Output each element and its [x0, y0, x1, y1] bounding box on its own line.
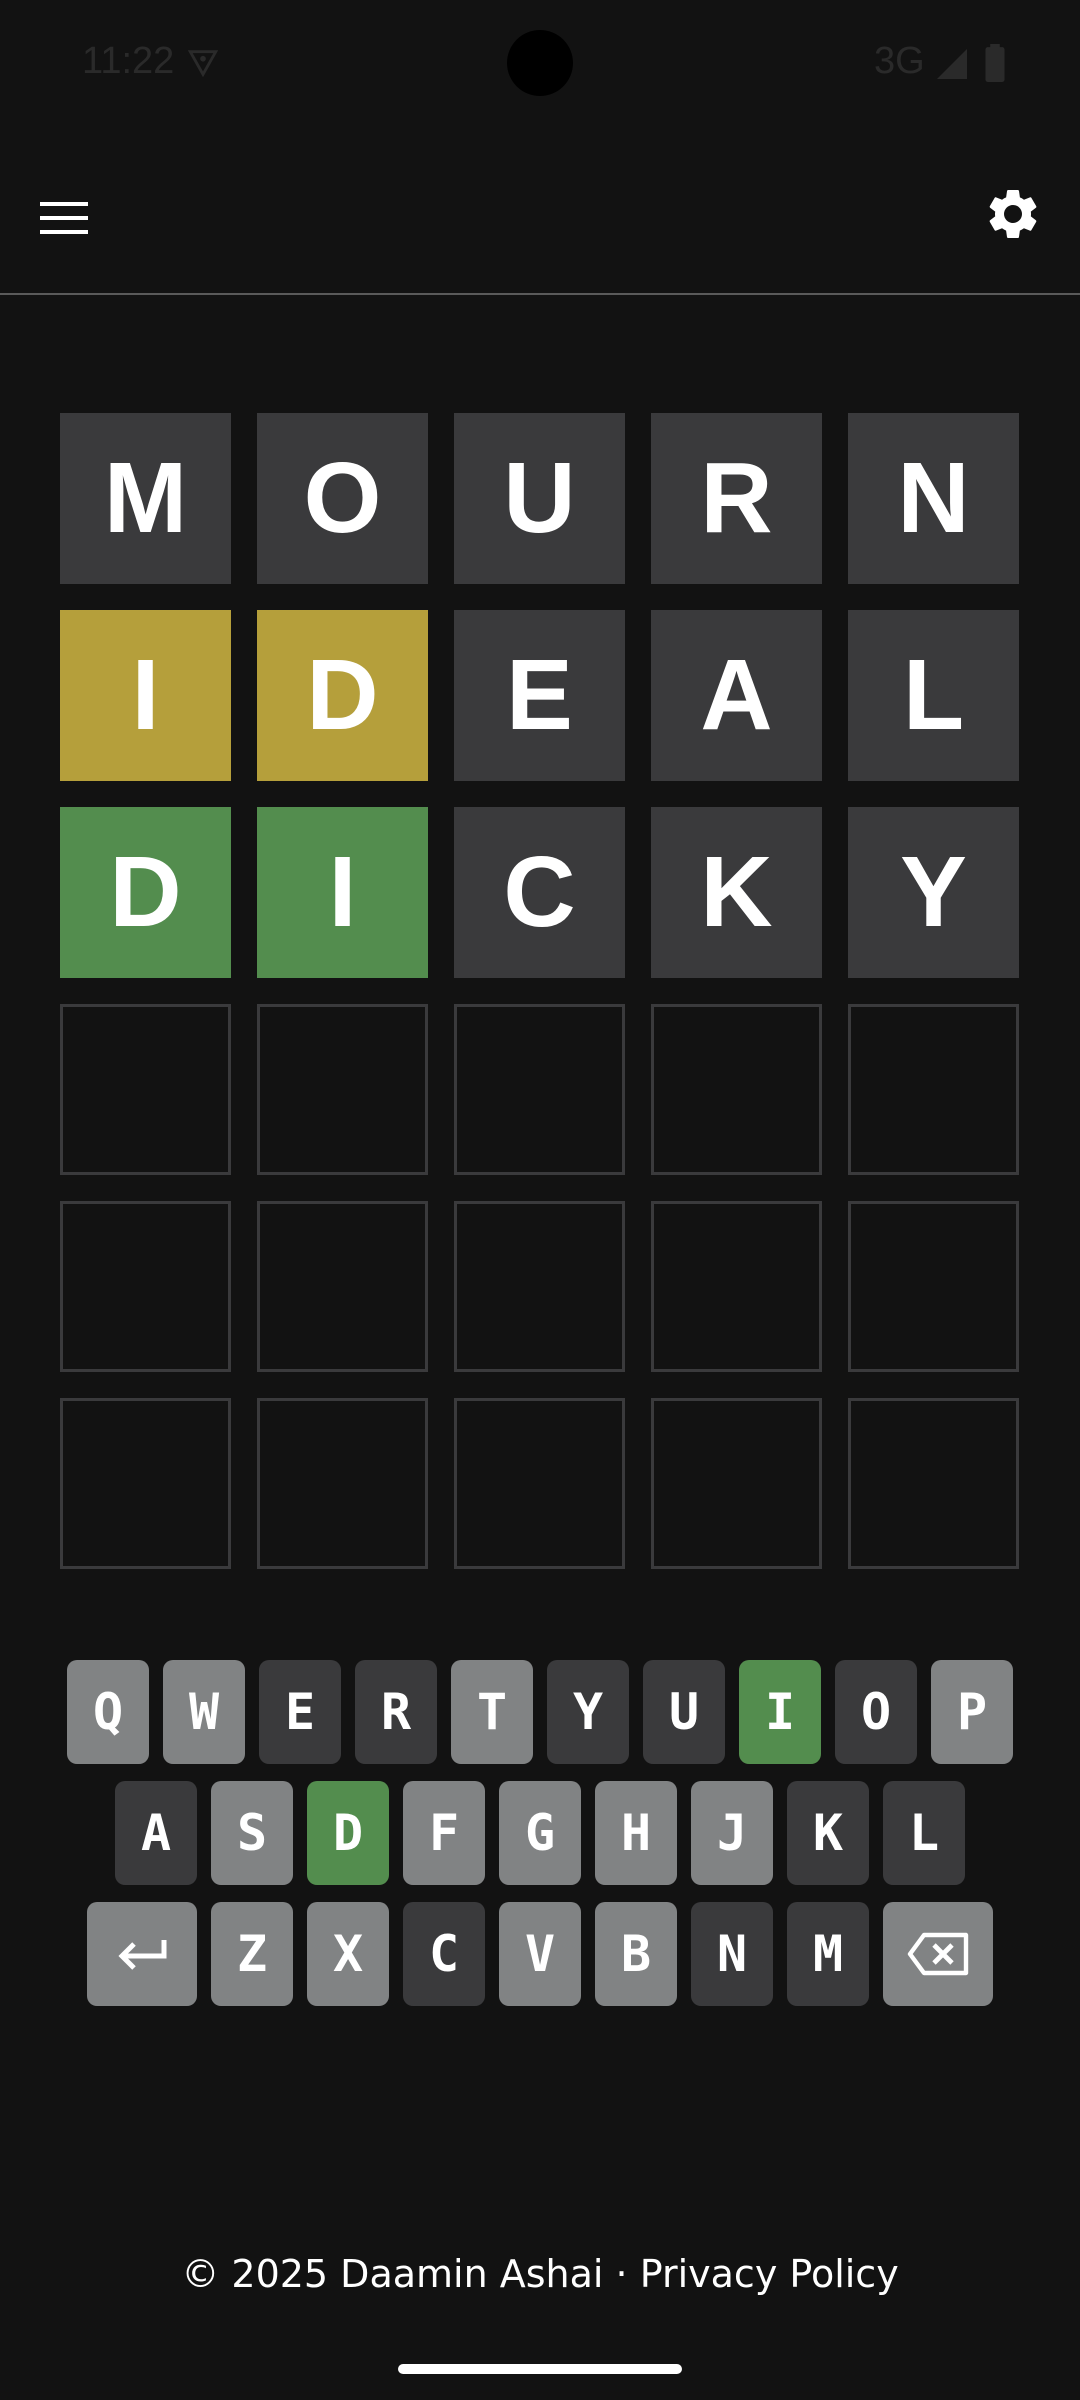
board-tile: N	[848, 413, 1019, 584]
board-tile	[848, 1398, 1019, 1569]
backspace-icon	[907, 1932, 969, 1976]
backspace-key[interactable]	[883, 1902, 993, 2006]
key-a[interactable]: A	[115, 1781, 197, 1885]
board-tile	[257, 1004, 428, 1175]
hamburger-menu-icon	[40, 202, 88, 234]
battery-icon	[985, 44, 1005, 82]
key-f[interactable]: F	[403, 1781, 485, 1885]
key-v[interactable]: V	[499, 1902, 581, 2006]
board-tile: L	[848, 610, 1019, 781]
key-q[interactable]: Q	[67, 1660, 149, 1764]
gear-icon	[989, 190, 1037, 238]
key-o[interactable]: O	[835, 1660, 917, 1764]
camera-cutout	[507, 30, 573, 96]
key-r[interactable]: R	[355, 1660, 437, 1764]
board-tile: E	[454, 610, 625, 781]
board-tile: Y	[848, 807, 1019, 978]
key-s[interactable]: S	[211, 1781, 293, 1885]
key-j[interactable]: J	[691, 1781, 773, 1885]
app-header	[0, 150, 1080, 295]
key-b[interactable]: B	[595, 1902, 677, 2006]
key-n[interactable]: N	[691, 1902, 773, 2006]
status-time: 11:22	[82, 40, 175, 82]
board-tile	[60, 1398, 231, 1569]
board-tile: I	[257, 807, 428, 978]
board-tile	[848, 1201, 1019, 1372]
key-h[interactable]: H	[595, 1781, 677, 1885]
privacy-policy-link[interactable]: Privacy Policy	[640, 2252, 899, 2296]
board-tile	[651, 1004, 822, 1175]
on-screen-keyboard: QWERTYUIOP ASDFGHJKL ZXCVBNM	[0, 1660, 1080, 2023]
network-type: 3G	[874, 40, 925, 82]
board-tile	[60, 1004, 231, 1175]
board-tile: C	[454, 807, 625, 978]
menu-button[interactable]	[38, 192, 92, 246]
board-tile: U	[454, 413, 625, 584]
board-tile: D	[60, 807, 231, 978]
enter-key[interactable]	[87, 1902, 197, 2006]
board-tile	[257, 1398, 428, 1569]
board-tile	[60, 1201, 231, 1372]
key-t[interactable]: T	[451, 1660, 533, 1764]
signal-icon	[937, 49, 967, 79]
key-z[interactable]: Z	[211, 1902, 293, 2006]
board-tile: M	[60, 413, 231, 584]
footer-separator: ·	[603, 2252, 640, 2296]
key-w[interactable]: W	[163, 1660, 245, 1764]
board-tile: I	[60, 610, 231, 781]
key-x[interactable]: X	[307, 1902, 389, 2006]
status-bar: 11:22 3G	[0, 0, 1080, 130]
keyboard-row: ASDFGHJKL	[0, 1781, 1080, 1885]
key-y[interactable]: Y	[547, 1660, 629, 1764]
key-d[interactable]: D	[307, 1781, 389, 1885]
key-m[interactable]: M	[787, 1902, 869, 2006]
key-p[interactable]: P	[931, 1660, 1013, 1764]
copyright-text: © 2025 Daamin Ashai	[181, 2252, 604, 2296]
enter-arrow-icon	[118, 1940, 167, 1970]
key-u[interactable]: U	[643, 1660, 725, 1764]
key-c[interactable]: C	[403, 1902, 485, 2006]
board-tile	[257, 1201, 428, 1372]
board-tile: K	[651, 807, 822, 978]
board-tile: A	[651, 610, 822, 781]
key-e[interactable]: E	[259, 1660, 341, 1764]
key-k[interactable]: K	[787, 1781, 869, 1885]
key-g[interactable]: G	[499, 1781, 581, 1885]
board-tile: R	[651, 413, 822, 584]
vpn-key-icon	[187, 50, 219, 78]
keyboard-row: ZXCVBNM	[0, 1902, 1080, 2006]
keyboard-row: QWERTYUIOP	[0, 1660, 1080, 1764]
key-i[interactable]: I	[739, 1660, 821, 1764]
board-tile	[454, 1004, 625, 1175]
board-tile	[651, 1201, 822, 1372]
board-tile	[848, 1004, 1019, 1175]
board-tile: D	[257, 610, 428, 781]
home-indicator[interactable]	[398, 2364, 682, 2374]
board-tile: O	[257, 413, 428, 584]
game-board: MOURNIDEALDICKY	[60, 413, 1020, 1569]
settings-button[interactable]	[983, 184, 1043, 244]
board-tile	[454, 1398, 625, 1569]
key-l[interactable]: L	[883, 1781, 965, 1885]
footer: © 2025 Daamin Ashai · Privacy Policy	[0, 2252, 1080, 2296]
board-tile	[454, 1201, 625, 1372]
board-tile	[651, 1398, 822, 1569]
